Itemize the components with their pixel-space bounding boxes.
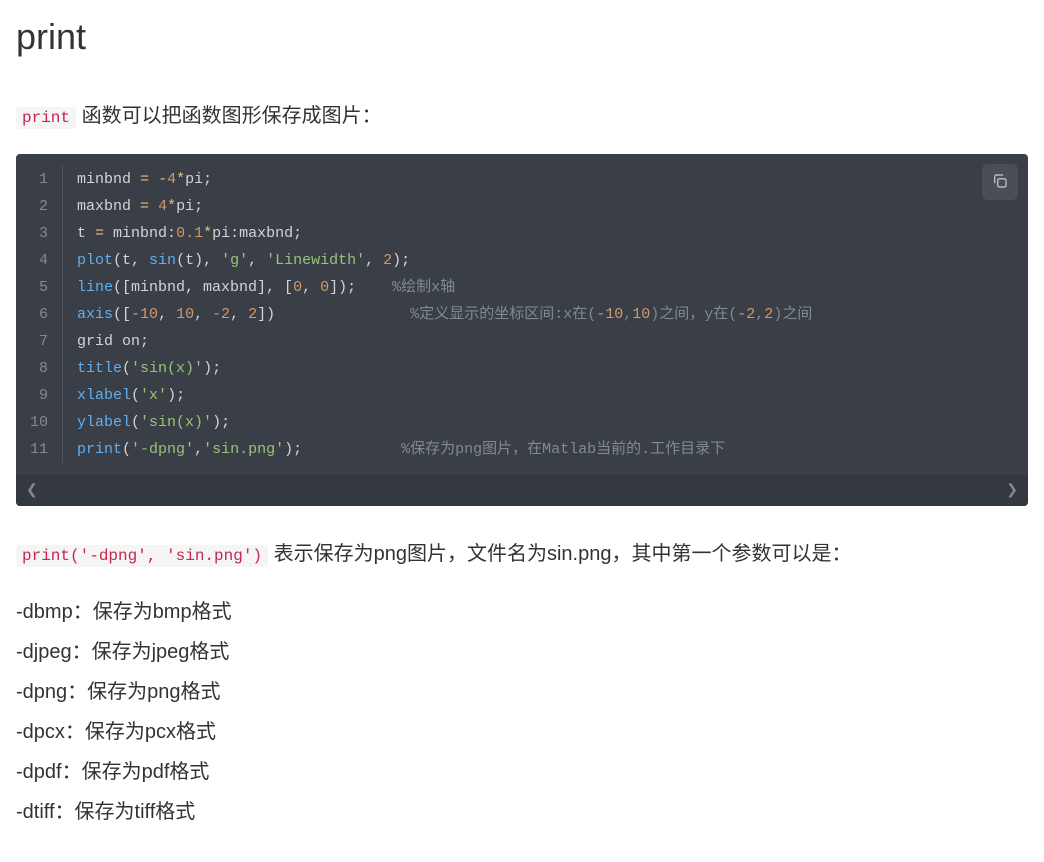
line-number: 5	[30, 274, 48, 301]
code-line: line([minbnd, maxbnd], [0, 0]); %绘制x轴	[77, 274, 1014, 301]
explain-paragraph: print('-dpng', 'sin.png') 表示保存为png图片，文件名…	[16, 536, 1028, 572]
line-number: 6	[30, 301, 48, 328]
scroll-right-icon[interactable]: ❯	[1006, 481, 1018, 498]
copy-button[interactable]	[982, 164, 1018, 200]
format-item: -djpeg：保存为jpeg格式	[16, 632, 1028, 672]
line-number: 3	[30, 220, 48, 247]
line-number: 8	[30, 355, 48, 382]
code-line: t = minbnd:0.1*pi:maxbnd;	[77, 220, 1014, 247]
line-number: 9	[30, 382, 48, 409]
inline-code-print: print	[16, 107, 76, 129]
code-line: xlabel('x');	[77, 382, 1014, 409]
inline-code-print-call: print('-dpng', 'sin.png')	[16, 545, 268, 567]
format-item: -dpcx：保存为pcx格式	[16, 712, 1028, 752]
line-number: 11	[30, 436, 48, 463]
intro-paragraph: print 函数可以把函数图形保存成图片：	[16, 98, 1028, 134]
line-number: 2	[30, 193, 48, 220]
code-line: axis([-10, 10, -2, 2]) %定义显示的坐标区间:x在(-10…	[77, 301, 1014, 328]
intro-text: 函数可以把函数图形保存成图片：	[76, 105, 382, 127]
copy-icon	[991, 172, 1009, 193]
code-block: 1234567891011 minbnd = -4*pi;maxbnd = 4*…	[16, 154, 1028, 506]
scroll-hints: ❮ ❯	[16, 475, 1028, 506]
code-line: title('sin(x)');	[77, 355, 1014, 382]
line-number: 10	[30, 409, 48, 436]
scroll-left-icon[interactable]: ❮	[26, 481, 38, 498]
format-item: -dtiff：保存为tiff格式	[16, 792, 1028, 832]
format-item: -dbmp：保存为bmp格式	[16, 592, 1028, 632]
line-number: 1	[30, 166, 48, 193]
format-list: -dbmp：保存为bmp格式-djpeg：保存为jpeg格式-dpng：保存为p…	[16, 592, 1028, 832]
code-line: grid on;	[77, 328, 1014, 355]
code-line: ylabel('sin(x)');	[77, 409, 1014, 436]
page-title: print	[16, 16, 1028, 58]
format-item: -dpdf：保存为pdf格式	[16, 752, 1028, 792]
line-number: 4	[30, 247, 48, 274]
explain-text: 表示保存为png图片，文件名为sin.png，其中第一个参数可以是：	[268, 543, 851, 565]
format-item: -dpng：保存为png格式	[16, 672, 1028, 712]
code-line: maxbnd = 4*pi;	[77, 193, 1014, 220]
code-line: plot(t, sin(t), 'g', 'Linewidth', 2);	[77, 247, 1014, 274]
code-line: print('-dpng','sin.png'); %保存为png图片，在Mat…	[77, 436, 1014, 463]
line-number: 7	[30, 328, 48, 355]
code-content[interactable]: minbnd = -4*pi;maxbnd = 4*pi;t = minbnd:…	[63, 166, 1028, 463]
code-line: minbnd = -4*pi;	[77, 166, 1014, 193]
line-numbers: 1234567891011	[16, 166, 63, 463]
